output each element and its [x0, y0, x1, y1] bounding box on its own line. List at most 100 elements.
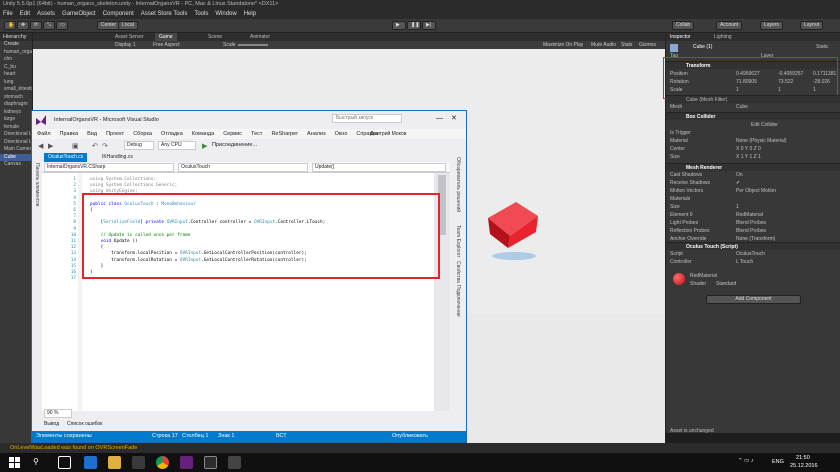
- menu-edit[interactable]: Edit: [20, 9, 30, 19]
- hierarchy-item[interactable]: Directional Light: [0, 139, 32, 147]
- vs-menu-item[interactable]: Отладка: [161, 129, 183, 139]
- vs-menu-item[interactable]: Тест: [251, 129, 262, 139]
- vs-menu-item[interactable]: Вид: [87, 129, 97, 139]
- search-icon[interactable]: ⚲: [33, 457, 39, 466]
- vs-menu-item[interactable]: Команда: [192, 129, 214, 139]
- team-explorer-tab[interactable]: Team Explorer: [455, 225, 461, 257]
- inspector-field-value[interactable]: L Touch: [736, 259, 753, 265]
- tab-ikhandling-cs[interactable]: IKHandling.cs: [102, 154, 133, 160]
- config-select[interactable]: Debug: [124, 141, 154, 150]
- edit-collider-button[interactable]: Edit Collider: [751, 122, 778, 128]
- language-indicator[interactable]: ENG: [772, 459, 784, 465]
- object-name-field[interactable]: Cube (1): [693, 44, 712, 50]
- rect-tool-icon[interactable]: ▭: [56, 21, 68, 30]
- project-select[interactable]: InternalOrgansVR.CSharp: [44, 163, 174, 172]
- mesh-field[interactable]: Cube: [736, 104, 748, 110]
- tab-output[interactable]: Вывод: [44, 421, 59, 427]
- clock-date[interactable]: 25.12.2016: [790, 463, 818, 469]
- undo-icon[interactable]: ↶: [92, 142, 98, 150]
- hierarchy-item[interactable]: kidneys: [0, 109, 32, 117]
- oculus-touch-header[interactable]: Oculus Touch (Script): [666, 242, 840, 250]
- scale-slider[interactable]: [238, 44, 268, 46]
- hierarchy-item[interactable]: lung: [0, 79, 32, 87]
- hierarchy-item[interactable]: Directional Light: [0, 131, 32, 139]
- edge-icon[interactable]: [84, 456, 97, 469]
- vs-menu-item[interactable]: ReSharper: [271, 129, 298, 139]
- static-toggle[interactable]: Static: [816, 44, 829, 50]
- vs-menu-item[interactable]: Файл: [37, 129, 51, 139]
- solution-explorer-tab[interactable]: Обозреватель решений: [455, 157, 461, 212]
- mute-audio-toggle[interactable]: Mute Audio: [591, 41, 616, 49]
- windows-start-icon[interactable]: [9, 457, 20, 468]
- vs-menu-item[interactable]: Анализ: [307, 129, 326, 139]
- save-icon[interactable]: ▣: [72, 142, 79, 150]
- class-select[interactable]: OculusTouch: [178, 163, 308, 172]
- inspector-field-value[interactable]: OculusTouch: [736, 251, 765, 257]
- vs-menu-item[interactable]: Окно: [335, 129, 348, 139]
- vs-menu-item[interactable]: Сервис: [223, 129, 242, 139]
- menu-assets[interactable]: Assets: [37, 9, 55, 19]
- hand-tool-icon[interactable]: ✋: [4, 21, 16, 30]
- hierarchy-item[interactable]: Canvas: [0, 161, 32, 169]
- publish-button[interactable]: Опубликовать: [392, 431, 428, 442]
- inspector-field-value[interactable]: Blend Probes: [736, 228, 766, 234]
- aspect-select[interactable]: Free Aspect: [153, 41, 180, 49]
- visual-studio-taskbar-icon[interactable]: [180, 456, 193, 469]
- code-line[interactable]: using System.Collections.Generic;: [90, 183, 177, 188]
- maximize-on-play-toggle[interactable]: Maximize On Play: [543, 41, 583, 49]
- start-icon[interactable]: ▶: [202, 142, 207, 150]
- inspector-field-value[interactable]: None (Physic Material): [736, 138, 787, 144]
- quick-launch-input[interactable]: Быстрый запуск: [332, 114, 402, 123]
- store-icon[interactable]: [132, 456, 145, 469]
- hierarchy-item[interactable]: stomach: [0, 94, 32, 102]
- hierarchy-create-button[interactable]: Create: [0, 41, 32, 49]
- hierarchy-item[interactable]: chn: [0, 56, 32, 64]
- stats-toggle[interactable]: Stats: [621, 41, 632, 49]
- account-button[interactable]: Account: [716, 21, 743, 30]
- code-editor[interactable]: 1 using System.Collections; 2 using System.…: [42, 173, 450, 411]
- display-select[interactable]: Display 1: [115, 41, 136, 49]
- inspector-field-value[interactable]: Per Object Motion: [736, 188, 776, 194]
- move-tool-icon[interactable]: ✥: [17, 21, 29, 30]
- pause-icon[interactable]: ❚❚: [407, 21, 421, 30]
- menu-asset-store-tools[interactable]: Asset Store Tools: [141, 9, 188, 19]
- tab-inspector[interactable]: Inspector: [670, 34, 691, 40]
- layout-button[interactable]: Layout: [800, 21, 824, 30]
- tray-icons[interactable]: ⌃ ▭ ♪: [738, 458, 754, 464]
- hierarchy-item[interactable]: Cube: [0, 153, 32, 161]
- code-line[interactable]: using System.Collections;: [90, 177, 156, 182]
- menu-file[interactable]: File: [3, 9, 13, 19]
- vs-menu-item[interactable]: Проект: [106, 129, 124, 139]
- tab-lighting[interactable]: Lighting: [714, 34, 732, 40]
- pivot-center-button[interactable]: Center: [97, 21, 121, 30]
- mesh-renderer-header[interactable]: Mesh Renderer: [666, 163, 840, 171]
- hierarchy-item[interactable]: Main Camera: [0, 146, 32, 154]
- hierarchy-item[interactable]: small_intestine: [0, 86, 32, 94]
- tab-game[interactable]: Game: [155, 33, 177, 41]
- connection-tab[interactable]: Подключение: [455, 285, 461, 317]
- hierarchy-item[interactable]: large: [0, 116, 32, 124]
- unity-taskbar-icon[interactable]: [204, 456, 217, 469]
- step-icon[interactable]: ▶|: [422, 21, 436, 30]
- file-explorer-icon[interactable]: [108, 456, 121, 469]
- menu-help[interactable]: Help: [244, 9, 256, 19]
- inspector-field-value[interactable]: 1: [736, 204, 739, 210]
- hierarchy-item[interactable]: heart: [0, 71, 32, 79]
- member-select[interactable]: Update(): [312, 163, 446, 172]
- tab-asset-server[interactable]: Asset Server: [115, 34, 144, 40]
- inspector-field-value[interactable]: X 0 Y 0 Z 0: [736, 146, 761, 152]
- task-view-icon[interactable]: [58, 456, 71, 469]
- forward-icon[interactable]: ▶: [48, 142, 53, 150]
- close-icon[interactable]: ✕: [451, 114, 457, 122]
- inspector-field-value[interactable]: X 1 Y 1 Z 1: [736, 154, 761, 160]
- hierarchy-item[interactable]: female: [0, 124, 32, 132]
- mesh-filter-header[interactable]: Cube (Mesh Filter): [666, 95, 840, 103]
- layers-button[interactable]: Layers: [760, 21, 784, 30]
- platform-select[interactable]: Any CPU: [158, 141, 196, 150]
- inspector-field-value[interactable]: ✔: [736, 180, 740, 186]
- zoom-select[interactable]: 90 %: [44, 409, 72, 418]
- vs-menu-item[interactable]: Правка: [60, 129, 79, 139]
- clock-time[interactable]: 21:50: [796, 455, 810, 461]
- tab-scene[interactable]: Scene: [208, 34, 222, 40]
- play-icon[interactable]: ▶: [392, 21, 406, 30]
